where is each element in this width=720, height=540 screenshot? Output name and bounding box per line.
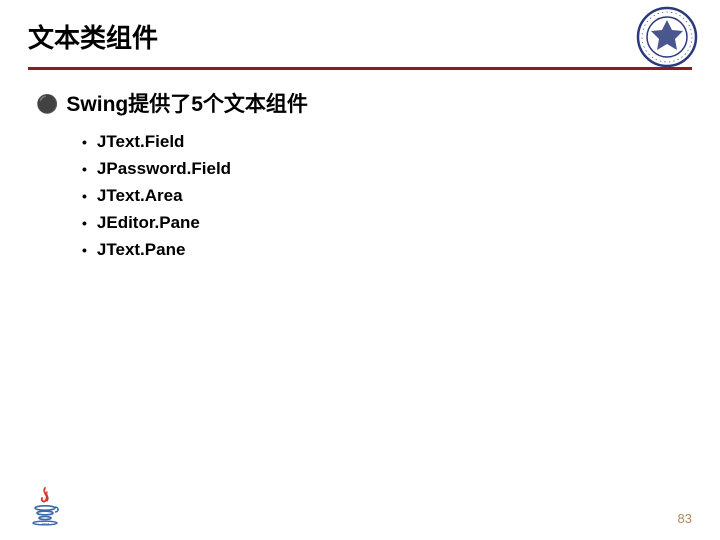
bullet-marker-icon: ⚫ — [36, 95, 58, 113]
svg-text:Java: Java — [41, 521, 50, 526]
list-item: • JText.Pane — [82, 240, 684, 260]
list-item-text: JText.Field — [97, 132, 185, 152]
bullet-dot-icon: • — [82, 215, 87, 231]
slide-title: 文本类组件 — [28, 18, 158, 65]
list-item-text: JText.Area — [97, 186, 183, 206]
header-row: 文本类组件 — [28, 18, 692, 65]
list-item: • JText.Area — [82, 186, 684, 206]
bullet-dot-icon: • — [82, 188, 87, 204]
list-item-text: JEditor.Pane — [97, 213, 200, 233]
sub-list: • JText.Field • JPassword.Field • JText.… — [36, 132, 684, 260]
bullet-dot-icon: • — [82, 242, 87, 258]
main-bullet: ⚫ Swing提供了5个文本组件 — [36, 88, 684, 118]
university-seal-icon — [636, 6, 698, 68]
list-item: • JText.Field — [82, 132, 684, 152]
content-area: ⚫ Swing提供了5个文本组件 • JText.Field • JPasswo… — [28, 70, 692, 260]
list-item-text: JText.Pane — [97, 240, 186, 260]
bullet-dot-icon: • — [82, 134, 87, 150]
list-item: • JEditor.Pane — [82, 213, 684, 233]
slide: 文本类组件 ⚫ Swing提供了5个文本组件 • JText.Field • J… — [0, 0, 720, 540]
java-logo-icon: Java — [28, 486, 62, 526]
footer: Java 83 — [0, 486, 720, 526]
list-item: • JPassword.Field — [82, 159, 684, 179]
page-number: 83 — [678, 511, 692, 526]
list-item-text: JPassword.Field — [97, 159, 231, 179]
bullet-dot-icon: • — [82, 161, 87, 177]
main-bullet-text: Swing提供了5个文本组件 — [66, 88, 308, 118]
